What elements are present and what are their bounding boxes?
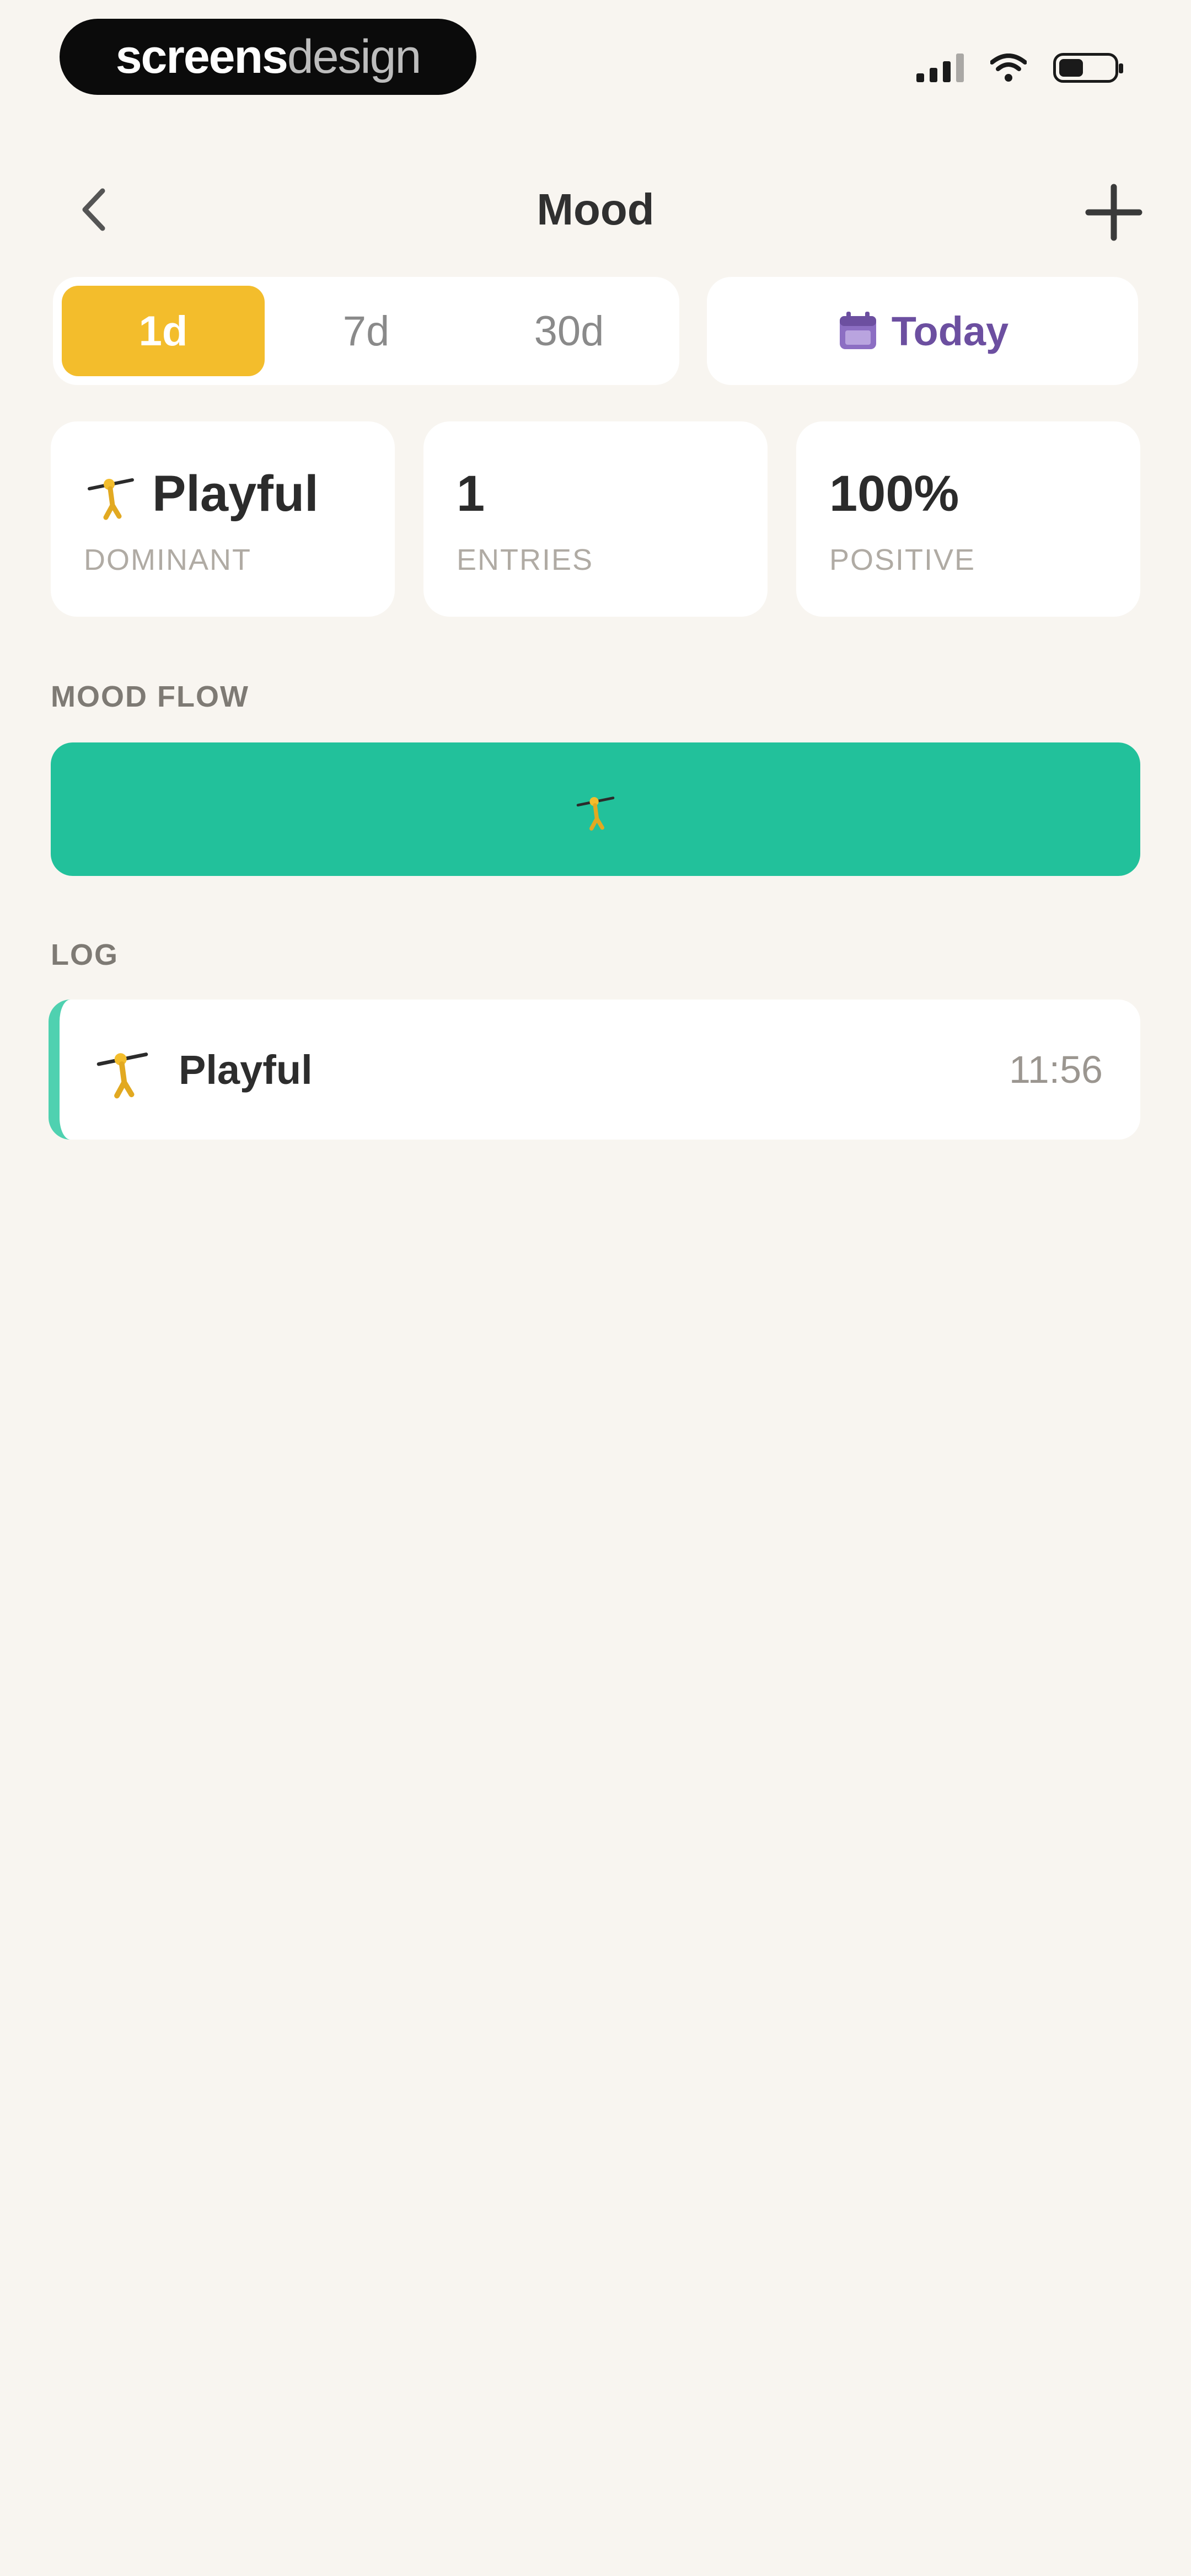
stat-dominant-value-row: Playful [84,463,362,524]
plus-icon [1085,184,1142,241]
calendar-icon [839,312,876,349]
stat-entries-label: ENTRIES [457,543,594,576]
brand-text-light: design [287,30,421,83]
mood-screen: screens design Mood 1d 7d 30d Today Play… [0,0,1191,2576]
page-title: Mood [537,185,654,234]
stat-entries-value: 1 [457,466,485,522]
log-entry-time: 11:56 [1009,1048,1103,1091]
add-mood-button[interactable] [1081,179,1147,245]
brand-badge: screens design [60,19,476,95]
tab-30d[interactable]: 30d [468,286,670,376]
date-button-label: Today [891,308,1009,354]
stat-dominant-label: DOMINANT [84,543,251,576]
brand-text-bold: screens [115,30,288,83]
playful-mood-icon [96,1052,148,1099]
stat-dominant-value: Playful [152,466,319,522]
playful-mood-icon [576,797,615,831]
stat-card-entries: 1 ENTRIES [423,421,768,617]
log-entry[interactable]: Playful 11:56 [49,1000,1140,1140]
stat-positive-label: POSITIVE [829,543,976,576]
mood-flow-bar [51,742,1140,876]
status-icons [916,49,1123,87]
tab-7d[interactable]: 7d [265,286,468,376]
stat-card-dominant: Playful DOMINANT [51,421,395,617]
tab-1d[interactable]: 1d [62,286,265,376]
stat-positive-value: 100% [829,466,959,522]
signal-icon [916,54,964,82]
playful-mood-icon [88,478,134,520]
range-selector: 1d 7d 30d [53,277,679,385]
stat-card-positive: 100% POSITIVE [796,421,1140,617]
log-entry-mood: Playful [179,1046,313,1093]
wifi-icon [990,54,1027,82]
log-heading: LOG [51,938,119,971]
date-picker-button[interactable]: Today [707,277,1138,385]
battery-icon [1053,53,1123,83]
battery-level [1059,59,1083,77]
mood-flow-heading: MOOD FLOW [51,680,249,713]
